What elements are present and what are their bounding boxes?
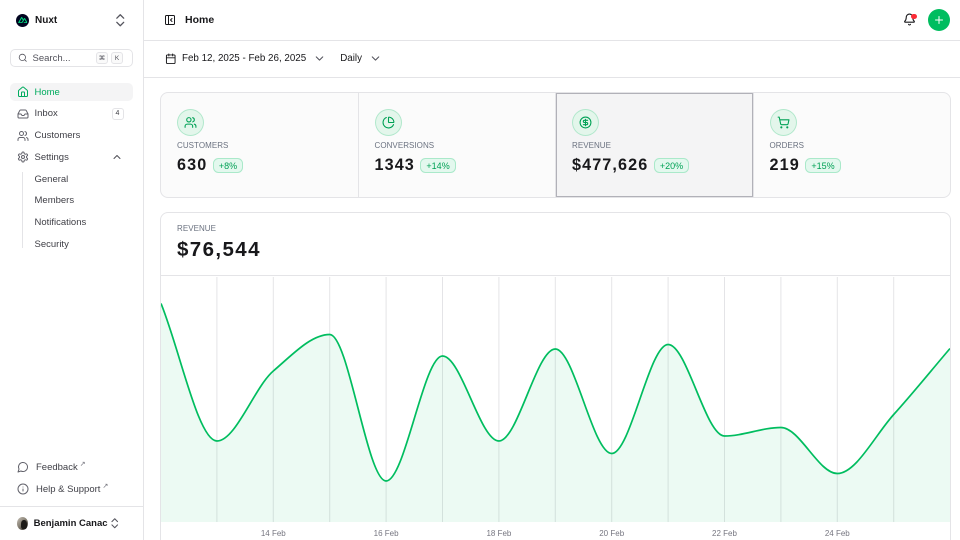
svg-text:16 Feb: 16 Feb xyxy=(374,529,399,538)
svg-text:18 Feb: 18 Feb xyxy=(486,529,511,538)
svg-text:22 Feb: 22 Feb xyxy=(712,529,737,538)
svg-text:14 Feb: 14 Feb xyxy=(261,529,286,538)
svg-text:24 Feb: 24 Feb xyxy=(825,529,850,538)
svg-text:20 Feb: 20 Feb xyxy=(599,529,624,538)
